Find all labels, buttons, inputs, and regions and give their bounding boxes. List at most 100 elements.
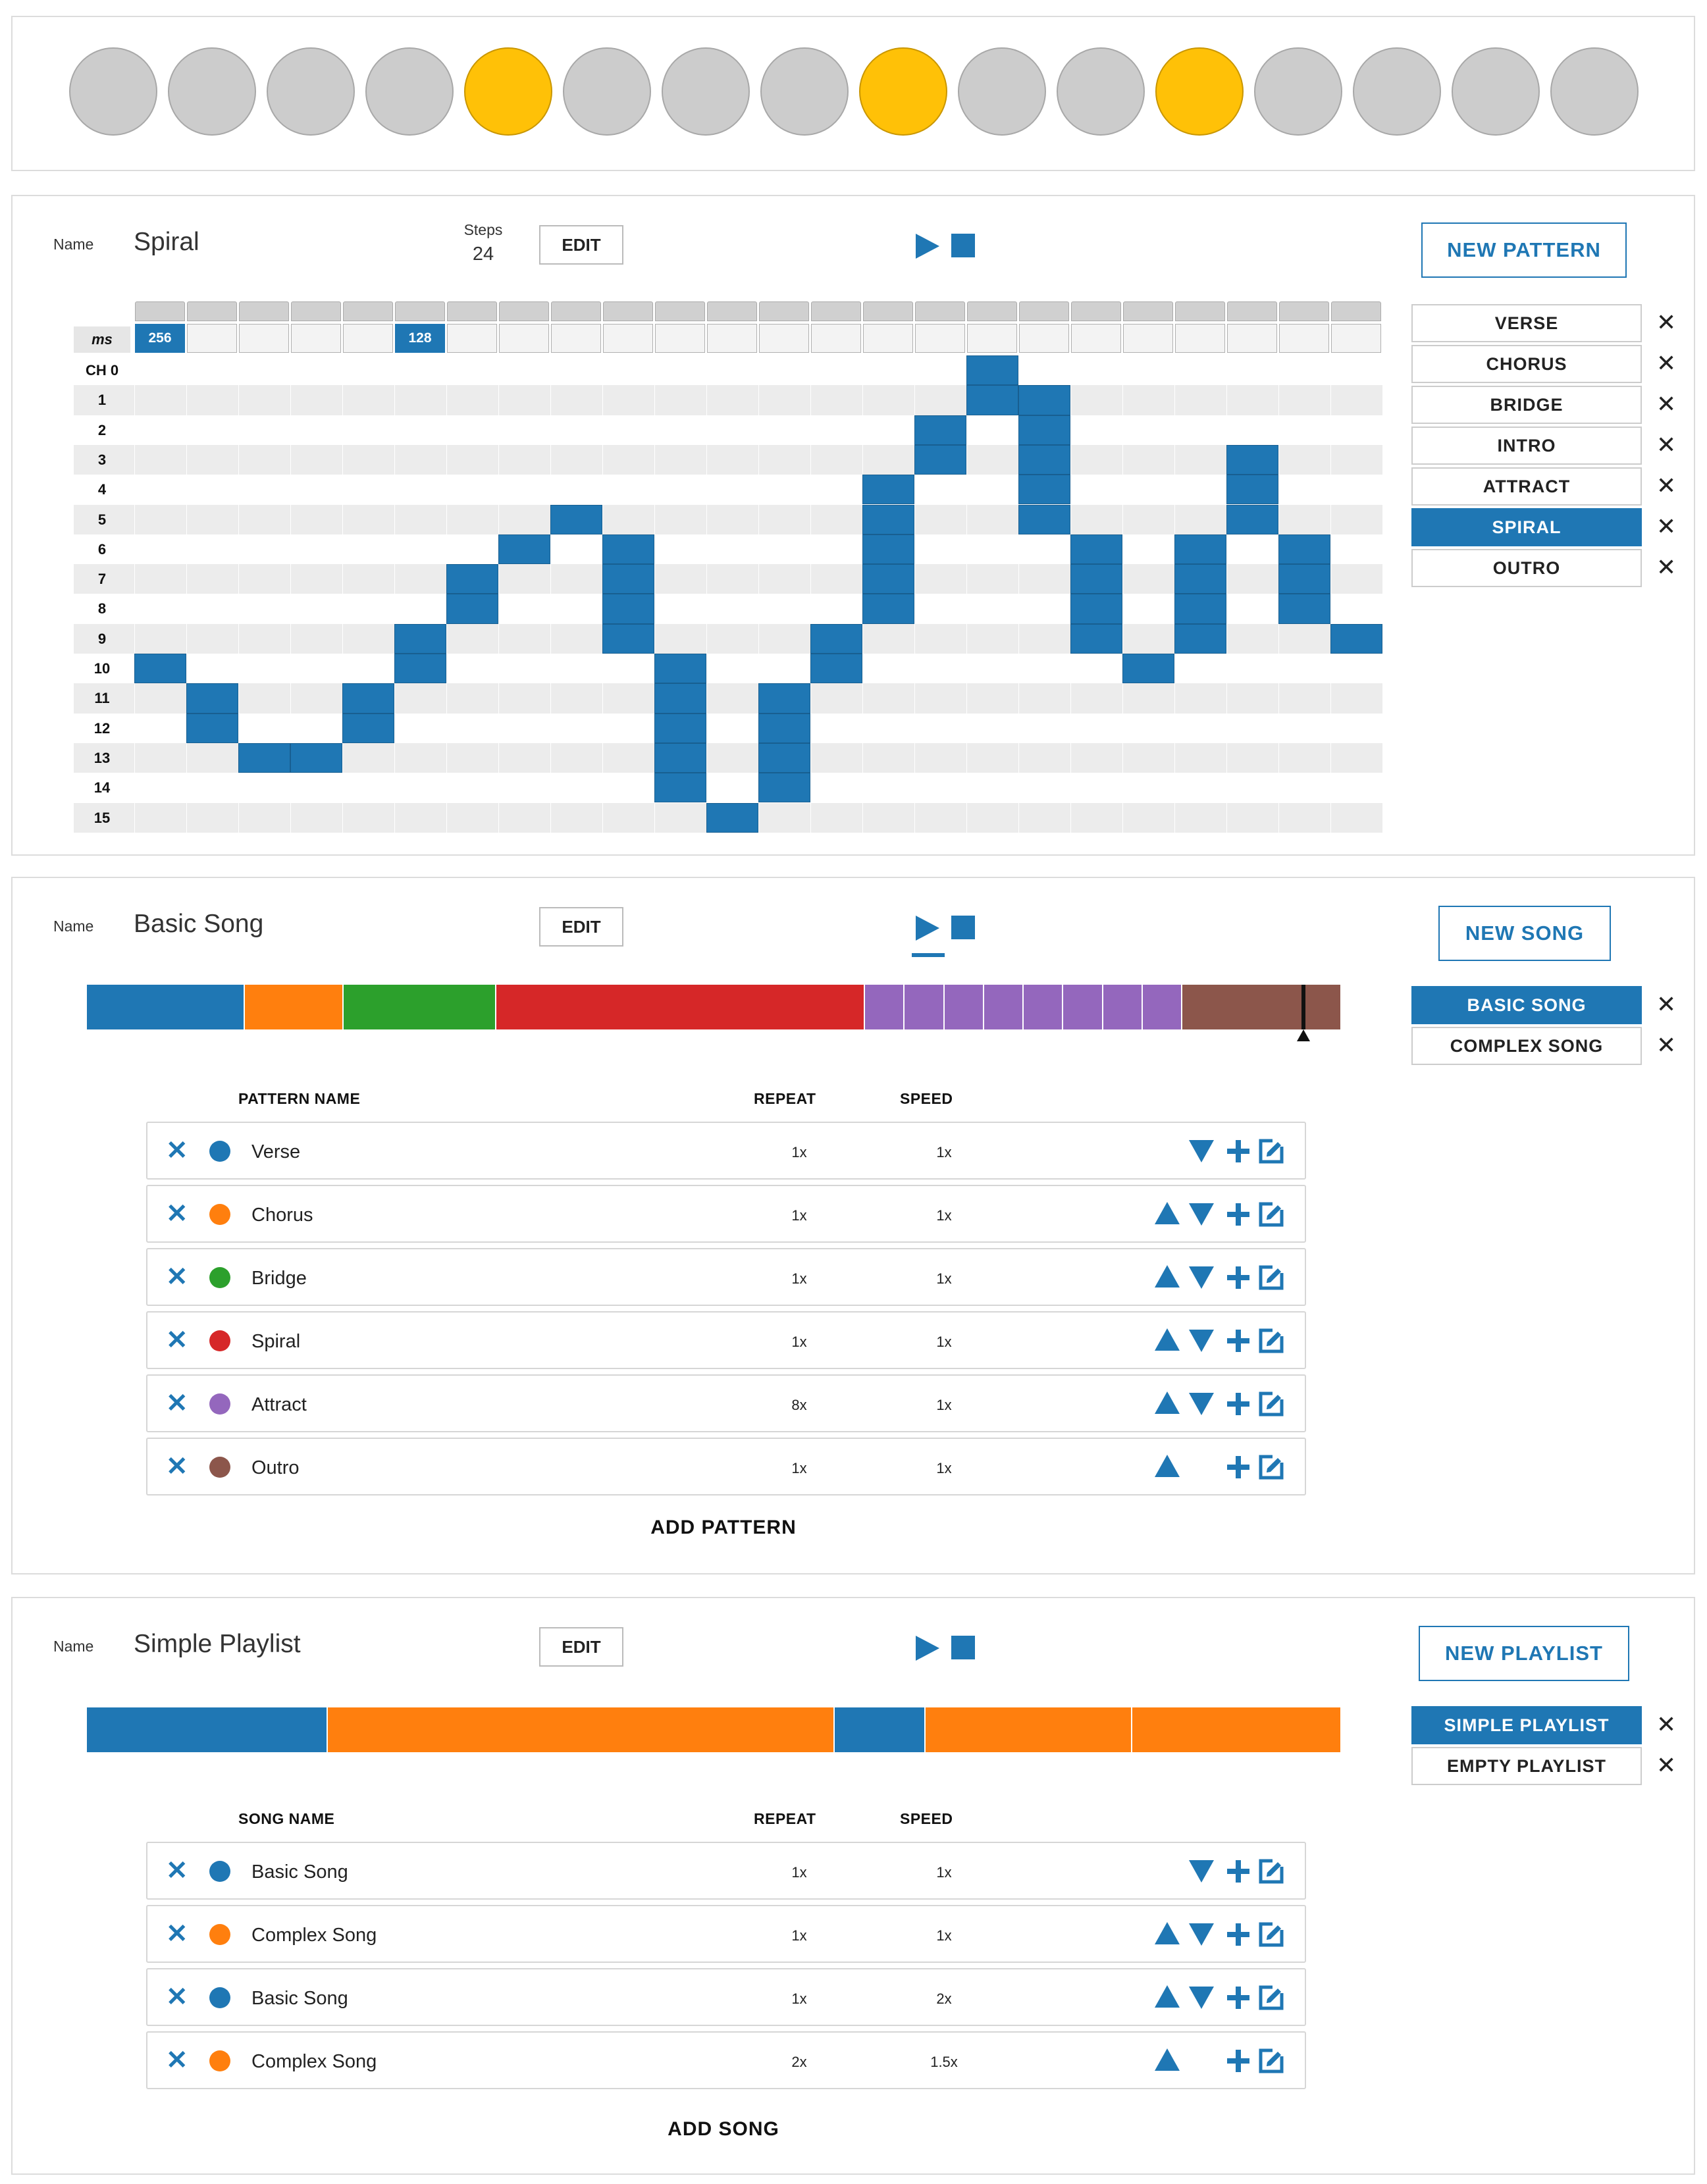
active-cell[interactable]: [654, 742, 706, 773]
active-cell[interactable]: [706, 802, 758, 833]
active-cell[interactable]: [1018, 385, 1070, 415]
move-up-icon[interactable]: [1155, 1328, 1180, 1351]
step-header[interactable]: [551, 301, 601, 321]
active-cell[interactable]: [446, 594, 498, 624]
ms-cell[interactable]: [1019, 324, 1069, 353]
playlist-timeline[interactable]: [87, 1707, 1340, 1752]
ms-cell[interactable]: [811, 324, 861, 353]
ms-cell[interactable]: [1123, 324, 1173, 353]
active-cell[interactable]: [394, 654, 446, 684]
ms-cell[interactable]: [187, 324, 237, 353]
ms-cell[interactable]: [1227, 324, 1277, 353]
play-icon[interactable]: [916, 234, 939, 259]
step-header[interactable]: [811, 301, 861, 321]
step-header[interactable]: [395, 301, 445, 321]
move-up-icon[interactable]: [1155, 1455, 1180, 1477]
active-cell[interactable]: [654, 654, 706, 684]
timeline-segment[interactable]: [328, 1707, 835, 1752]
active-cell[interactable]: [862, 564, 914, 594]
ms-cell[interactable]: [343, 324, 393, 353]
active-cell[interactable]: [1018, 444, 1070, 475]
ms-cell[interactable]: [1175, 324, 1225, 353]
ms-cell[interactable]: [707, 324, 757, 353]
delete-icon[interactable]: ✕: [1656, 433, 1676, 457]
remove-icon[interactable]: ✕: [166, 1858, 188, 1884]
active-cell[interactable]: [1278, 564, 1330, 594]
remove-icon[interactable]: ✕: [166, 1137, 188, 1164]
ms-cell[interactable]: 256: [135, 324, 185, 353]
move-down-icon[interactable]: [1189, 1923, 1214, 1946]
active-cell[interactable]: [862, 504, 914, 534]
active-cell[interactable]: [134, 654, 186, 684]
active-cell[interactable]: [1070, 534, 1122, 565]
remove-icon[interactable]: ✕: [166, 1921, 188, 1947]
step-header[interactable]: [499, 301, 549, 321]
duplicate-plus-icon[interactable]: [1227, 1266, 1249, 1289]
duplicate-plus-icon[interactable]: [1227, 2050, 1249, 2072]
remove-icon[interactable]: ✕: [166, 1390, 188, 1417]
add-song-button[interactable]: ADD SONG: [592, 2118, 855, 2141]
active-cell[interactable]: [1122, 654, 1174, 684]
active-cell[interactable]: [758, 742, 810, 773]
active-cell[interactable]: [1174, 534, 1226, 565]
active-cell[interactable]: [810, 654, 862, 684]
active-cell[interactable]: [602, 594, 654, 624]
remove-icon[interactable]: ✕: [166, 1264, 188, 1290]
step-header[interactable]: [1123, 301, 1173, 321]
table-row[interactable]: ✕ Spiral 1x 1x: [146, 1311, 1306, 1369]
active-cell[interactable]: [654, 713, 706, 743]
edit-icon[interactable]: [1259, 1985, 1284, 2010]
active-cell[interactable]: [1226, 504, 1278, 534]
move-down-icon[interactable]: [1189, 1140, 1214, 1162]
timeline-segment[interactable]: [1063, 985, 1103, 1029]
remove-icon[interactable]: ✕: [166, 1201, 188, 1227]
timeline-segment[interactable]: [835, 1707, 926, 1752]
active-cell[interactable]: [1278, 534, 1330, 565]
table-row[interactable]: ✕ Outro 1x 1x: [146, 1438, 1306, 1495]
active-cell[interactable]: [1070, 564, 1122, 594]
delete-icon[interactable]: ✕: [1656, 1033, 1676, 1057]
table-row[interactable]: ✕ Verse 1x 1x: [146, 1122, 1306, 1180]
new-song-button[interactable]: NEW SONG: [1438, 906, 1611, 961]
table-row[interactable]: ✕ Basic Song 1x 1x: [146, 1842, 1306, 1900]
timeline-segment[interactable]: [1182, 985, 1340, 1029]
stop-icon[interactable]: [951, 916, 975, 939]
active-cell[interactable]: [1174, 623, 1226, 654]
remove-icon[interactable]: ✕: [166, 1327, 188, 1353]
step-header[interactable]: [447, 301, 497, 321]
play-icon[interactable]: [916, 916, 939, 941]
step-header[interactable]: [1175, 301, 1225, 321]
active-cell[interactable]: [342, 713, 394, 743]
song-timeline[interactable]: [87, 985, 1340, 1029]
active-cell[interactable]: [1174, 564, 1226, 594]
timeline-segment[interactable]: [926, 1707, 1132, 1752]
edit-icon[interactable]: [1259, 2048, 1284, 2073]
active-cell[interactable]: [914, 415, 966, 445]
duplicate-plus-icon[interactable]: [1227, 1456, 1249, 1478]
step-header[interactable]: [863, 301, 913, 321]
edit-icon[interactable]: [1259, 1859, 1284, 1884]
delete-icon[interactable]: ✕: [1656, 556, 1676, 579]
list-item[interactable]: EMPTY PLAYLIST: [1411, 1747, 1642, 1785]
edit-icon[interactable]: [1259, 1139, 1284, 1164]
duplicate-plus-icon[interactable]: [1227, 1860, 1249, 1883]
duplicate-plus-icon[interactable]: [1227, 1923, 1249, 1946]
timeline-segment[interactable]: [1132, 1707, 1340, 1752]
timeline-segment[interactable]: [344, 985, 496, 1029]
duplicate-plus-icon[interactable]: [1227, 1140, 1249, 1162]
active-cell[interactable]: [862, 534, 914, 565]
table-row[interactable]: ✕ Complex Song 2x 1.5x: [146, 2031, 1306, 2089]
table-row[interactable]: ✕ Chorus 1x 1x: [146, 1185, 1306, 1243]
ms-cell[interactable]: [967, 324, 1017, 353]
edit-song-button[interactable]: EDIT: [539, 907, 623, 947]
timeline-segment[interactable]: [87, 1707, 328, 1752]
move-down-icon[interactable]: [1189, 1203, 1214, 1226]
playlist-name[interactable]: Simple Playlist: [134, 1630, 301, 1659]
active-cell[interactable]: [1070, 594, 1122, 624]
move-down-icon[interactable]: [1189, 1266, 1214, 1289]
list-item[interactable]: SIMPLE PLAYLIST: [1411, 1706, 1642, 1744]
active-cell[interactable]: [758, 713, 810, 743]
move-down-icon[interactable]: [1189, 1393, 1214, 1415]
active-cell[interactable]: [966, 355, 1018, 386]
delete-icon[interactable]: ✕: [1656, 351, 1676, 375]
